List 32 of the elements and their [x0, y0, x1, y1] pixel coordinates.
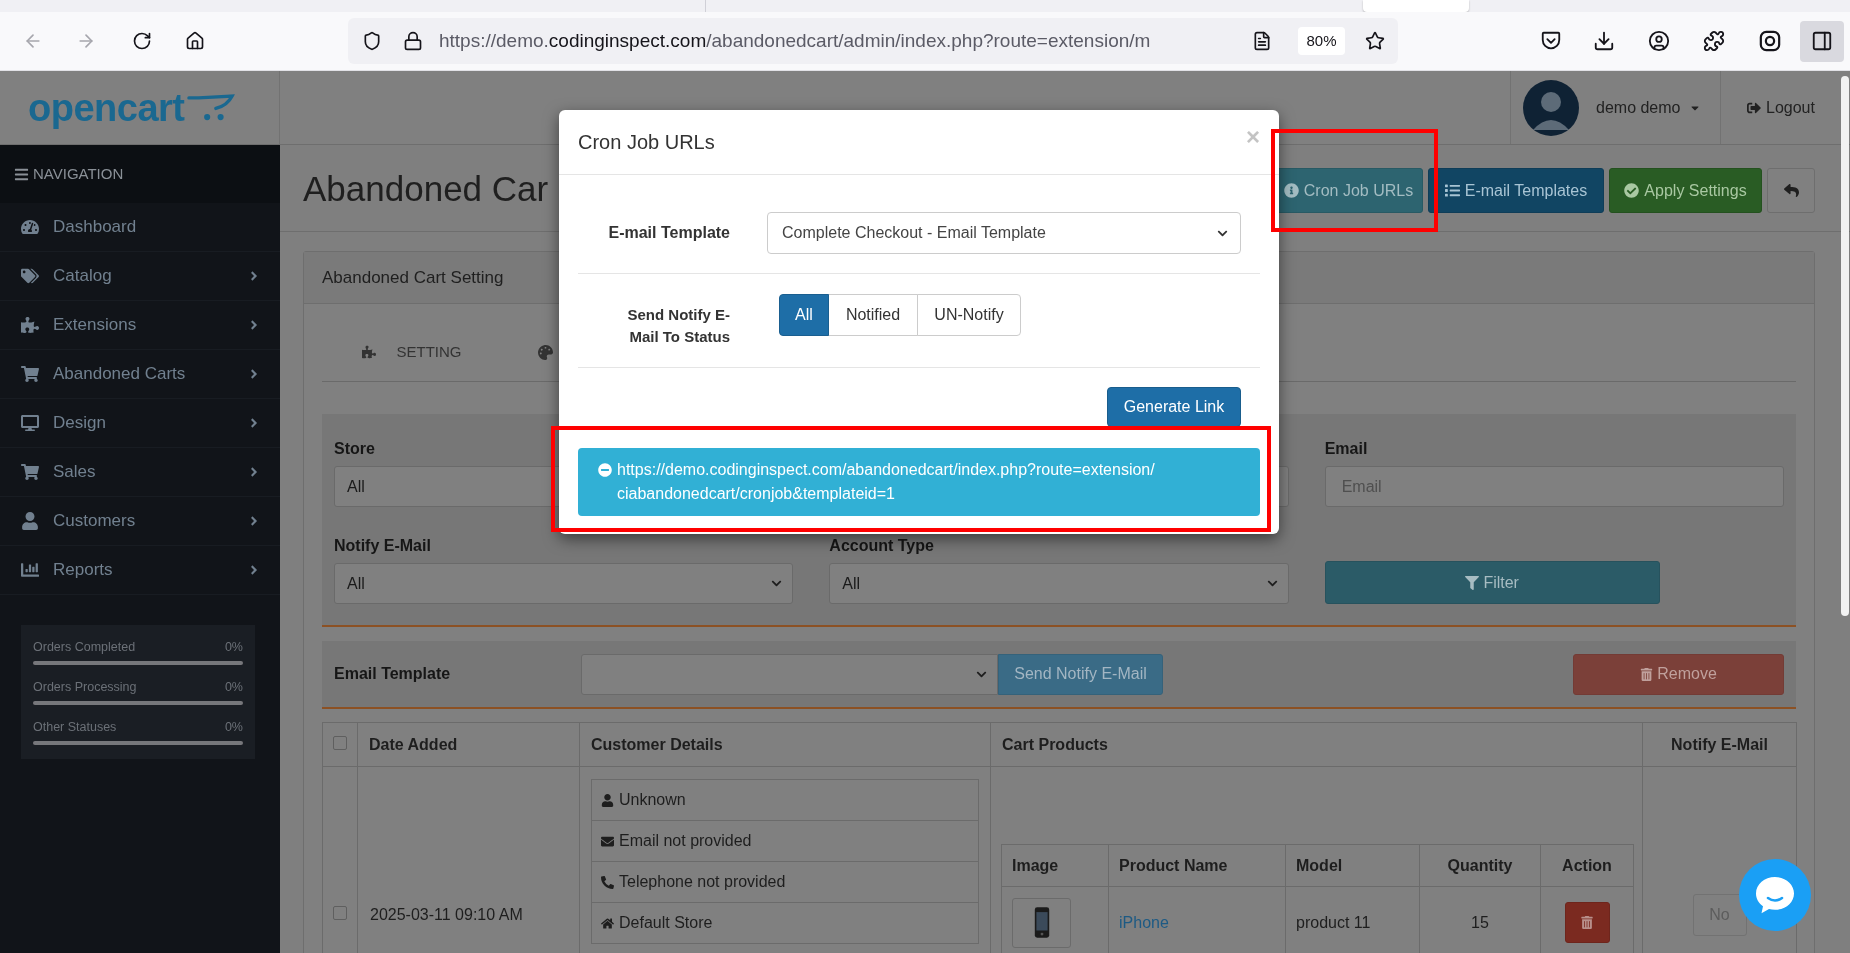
modal-title: Cron Job URLs: [578, 130, 715, 155]
detail-text: Default Store: [619, 913, 713, 933]
url-text: https://demo.codinginspect.com/abandonedcart/admin/index.php?route=extension/m: [439, 28, 1151, 53]
column-header: Product Name: [1108, 844, 1286, 887]
field-label: Store: [334, 439, 376, 457]
field-label: Email: [1324, 439, 1369, 457]
stat-label: Orders Completed: [33, 638, 136, 656]
field-label: Notify E-Mail: [334, 536, 432, 554]
stat-reading: 0%: [224, 678, 243, 696]
column-header: Notify E-Mail: [1642, 722, 1797, 767]
column-header: Model: [1285, 844, 1420, 887]
stat-label: Other Statuses: [33, 718, 117, 736]
stat-label: Orders Processing: [33, 678, 137, 696]
stat-reading: 0%: [224, 638, 243, 656]
field-label: Send Notify E-Mail To Status: [626, 305, 730, 347]
stat-reading: 0%: [224, 718, 243, 736]
column-header: Image: [1001, 844, 1109, 887]
column-header: Quantity: [1419, 844, 1541, 887]
detail-text: Unknown: [619, 790, 686, 810]
field-label: E-mail Template: [607, 223, 730, 243]
column-header: Customer Details: [579, 722, 991, 767]
column-header: Date Added: [357, 722, 580, 767]
panel-title: Abandoned Cart Setting: [322, 266, 504, 289]
detail-text: Telephone not provided: [619, 872, 786, 892]
field-label: Account Type: [829, 538, 934, 554]
cron-url-text: https://demo.codinginspect.com/abandonedcart/index.php?route=extension/ciabandonedcart/cronjob&templateid=1: [617, 460, 1156, 504]
detail-text: Email not provided: [619, 831, 752, 851]
nav-heading: NAVIGATION: [33, 163, 124, 184]
column-header: Action: [1540, 844, 1634, 887]
field-label: Email Template: [334, 664, 452, 684]
page-title: Abandoned Car: [303, 170, 549, 206]
column-header: Cart Products: [990, 722, 1643, 767]
